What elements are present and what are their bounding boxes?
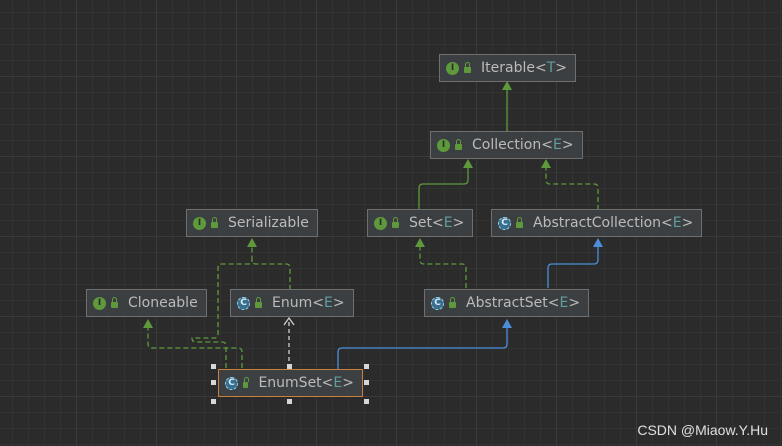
angle-open: <: [432, 215, 444, 231]
interface-icon: I: [446, 61, 459, 75]
node-label: AbstractSet: [466, 295, 548, 311]
node-label: AbstractCollection: [533, 215, 662, 231]
type-param: E: [333, 375, 343, 391]
node-label: Set: [409, 215, 432, 231]
angle-open: <: [321, 375, 334, 391]
resize-handle-s[interactable]: [287, 399, 292, 404]
node-enum[interactable]: C Enum < E >: [230, 289, 354, 317]
angle-close: >: [332, 295, 345, 311]
node-abstractset[interactable]: C AbstractSet < E >: [424, 289, 590, 317]
node-label: Cloneable: [128, 295, 198, 311]
arrowhead-collection-right: [541, 159, 551, 168]
edge-enum-serializable: [251, 245, 291, 290]
lock-icon: [255, 297, 262, 308]
lock-icon: [464, 62, 471, 73]
interface-icon: I: [193, 216, 206, 230]
type-param: E: [552, 137, 562, 153]
node-set[interactable]: I Set < E >: [367, 209, 474, 237]
lock-icon: [516, 217, 523, 228]
node-enumset[interactable]: C EnumSet < E >: [218, 369, 363, 397]
arrowhead-cloneable: [143, 319, 153, 328]
node-label: Iterable: [481, 60, 535, 76]
node-cloneable[interactable]: I Cloneable: [86, 289, 207, 317]
lock-icon: [211, 217, 218, 228]
lock-icon: [449, 297, 456, 308]
type-param: E: [672, 215, 682, 231]
abstract-class-icon: C: [431, 296, 444, 310]
angle-close: >: [681, 215, 694, 231]
resize-handle-e[interactable]: [364, 380, 369, 385]
interface-icon: I: [374, 216, 387, 230]
node-label: Collection: [472, 137, 542, 153]
edge-abstractset-set: [419, 245, 467, 288]
arrowhead-serializable: [247, 238, 257, 247]
resize-handle-nw[interactable]: [211, 364, 216, 369]
resize-handle-ne[interactable]: [364, 364, 369, 369]
arrowhead-abstractset: [502, 319, 512, 328]
lock-icon: [392, 217, 399, 228]
arrowhead-abstractcollection: [593, 238, 603, 247]
interface-icon: I: [93, 296, 106, 310]
angle-open: <: [547, 295, 560, 311]
edge-set-collection: [418, 166, 469, 210]
angle-close: >: [568, 295, 581, 311]
edge-abstractset-abstractcollection: [547, 245, 599, 288]
type-param: E: [559, 295, 569, 311]
type-param: E: [443, 215, 453, 231]
arrowhead-collection-left: [463, 159, 473, 168]
abstract-class-icon: C: [237, 296, 250, 310]
node-label: EnumSet: [258, 375, 322, 391]
type-param: E: [323, 295, 333, 311]
angle-close: >: [452, 215, 465, 231]
node-serializable[interactable]: I Serializable: [186, 209, 318, 237]
resize-handle-sw[interactable]: [211, 399, 216, 404]
watermark: CSDN @Miaow.Y.Hu: [637, 422, 768, 438]
angle-close: >: [342, 375, 354, 391]
lock-icon: [111, 297, 118, 308]
angle-close: >: [555, 60, 567, 76]
resize-handle-se[interactable]: [364, 399, 369, 404]
abstract-class-icon: C: [225, 376, 238, 390]
lock-icon: [243, 377, 250, 388]
resize-handle-w[interactable]: [211, 380, 216, 385]
lock-icon: [455, 139, 462, 150]
interface-icon: I: [437, 138, 450, 152]
arrowhead-set: [415, 238, 425, 247]
node-iterable[interactable]: I Iterable < T >: [439, 54, 576, 82]
angle-open: <: [312, 295, 324, 311]
angle-close: >: [561, 137, 574, 153]
node-collection[interactable]: I Collection < E >: [430, 131, 583, 159]
node-label: Enum: [272, 295, 313, 311]
edge-enumset-cloneable: [147, 326, 243, 368]
arrowhead-iterable: [502, 81, 512, 90]
edge-abstractcollection-collection: [545, 166, 599, 210]
node-abstractcollection[interactable]: C AbstractCollection < E >: [491, 209, 703, 237]
angle-open: <: [534, 60, 547, 76]
type-param: T: [546, 60, 556, 76]
abstract-class-icon: C: [498, 216, 511, 230]
resize-handle-n[interactable]: [287, 364, 292, 369]
angle-open: <: [541, 137, 553, 153]
angle-open: <: [661, 215, 673, 231]
node-label: Serializable: [228, 215, 309, 231]
